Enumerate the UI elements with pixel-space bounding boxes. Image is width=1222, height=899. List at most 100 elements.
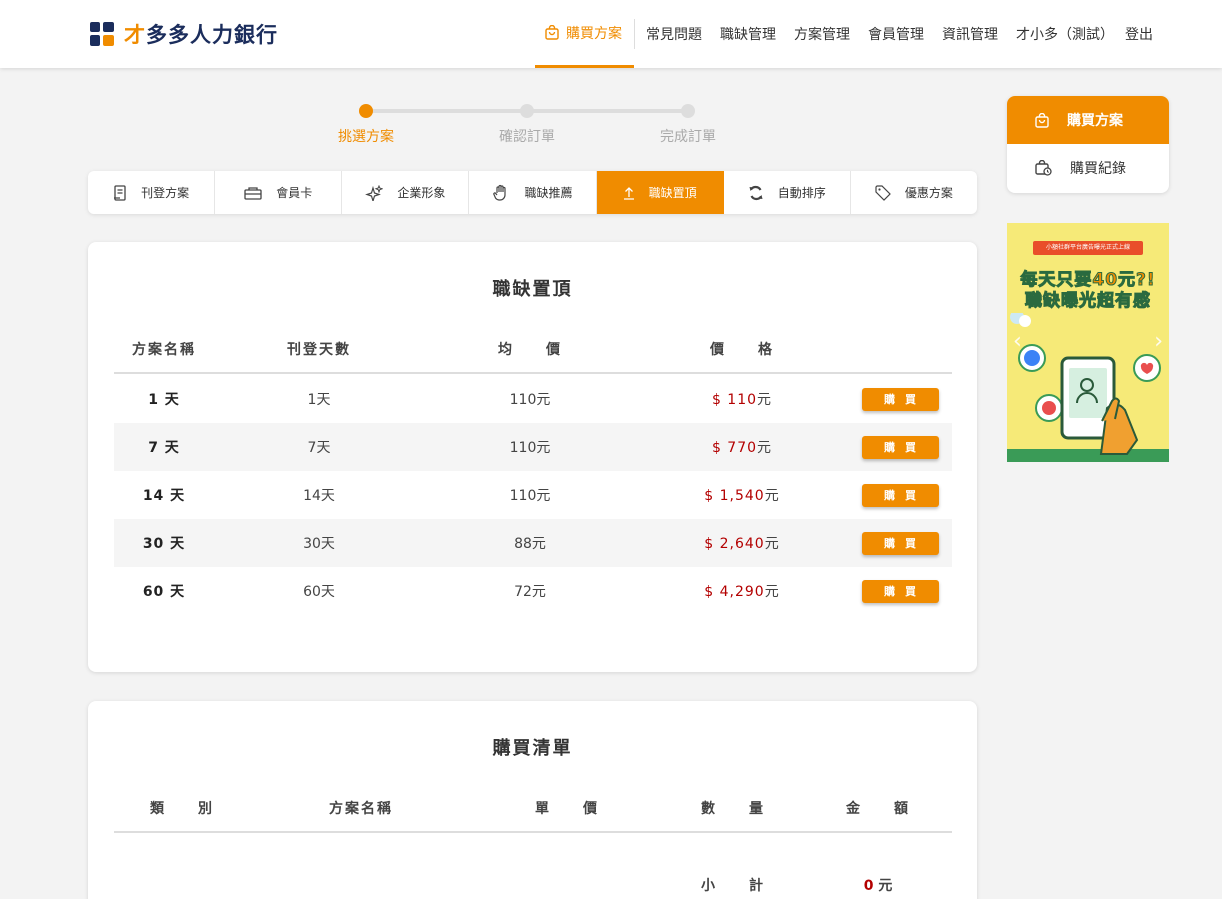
table-row: 7 天 7天 110元 $ 770元 購買 [114, 423, 952, 471]
tab-auto-sort[interactable]: 自動排序 [724, 171, 851, 214]
col-avg-price: 均 價 [498, 342, 562, 358]
plan-price: $ 110元 [711, 392, 773, 408]
logo[interactable]: 才多多人力銀行 [90, 20, 278, 48]
buy-button[interactable]: 購買 [861, 387, 939, 411]
plan-avg-price: 110元 [509, 392, 551, 408]
col-amount: 金 額 [846, 801, 910, 817]
plan-price: $ 1,540元 [704, 488, 780, 504]
col-price: 價 格 [710, 342, 774, 358]
step-dot [520, 104, 534, 118]
cart-table-header: 類 別 方案名稱 單 價 數 量 金 額 [114, 785, 952, 833]
subtotal-amount: 0 元 [863, 878, 893, 894]
tab-discount-plans[interactable]: 優惠方案 [851, 171, 977, 214]
shopping-bag-icon [545, 25, 559, 40]
card-icon [244, 186, 262, 200]
subtotal-row: 小 計 0 元 [114, 861, 952, 899]
plan-days: 1天 [307, 392, 331, 408]
plan-avg-price: 88元 [514, 536, 546, 552]
tab-label: 企業形象 [397, 186, 446, 200]
step-line [527, 109, 688, 113]
tab-job-pin-top[interactable]: 職缺置頂 [596, 171, 724, 214]
nav-item-buy-plans[interactable]: 購買方案 [535, 0, 634, 68]
tab-label: 優惠方案 [904, 186, 953, 200]
col-category: 類 別 [150, 801, 214, 817]
buy-button[interactable]: 購買 [861, 435, 939, 459]
buy-button[interactable]: 購買 [861, 531, 939, 555]
side-item-label: 購買方案 [1067, 113, 1123, 129]
nav-item-faq[interactable]: 常見問題 [637, 0, 711, 68]
tab-label: 職缺推薦 [524, 186, 573, 200]
col-unit-price: 單 價 [535, 801, 599, 817]
tab-posting-plans[interactable]: 刊登方案 [88, 171, 216, 214]
step-line [366, 109, 527, 113]
nav-item-jobs[interactable]: 職缺管理 [711, 0, 785, 68]
order-stepper: 挑選方案 確認訂單 完成訂單 [316, 96, 746, 146]
nav-item-label: 購買方案 [566, 25, 622, 42]
step-label-complete-order: 完成訂單 [660, 129, 716, 145]
side-item-buy-plans[interactable]: 購買方案 [1007, 96, 1169, 144]
plan-name: 1 天 [148, 392, 180, 408]
col-plan-name: 方案名稱 [132, 342, 196, 358]
plan-days: 60天 [303, 584, 335, 600]
plan-card: 職缺置頂 方案名稱 刊登天數 均 價 價 格 1 天 1天 110元 $ 110… [88, 242, 977, 672]
buy-button[interactable]: 購買 [861, 579, 939, 603]
subtotal-label: 小 計 [701, 878, 765, 894]
logo-text: 才多多人力銀行 [124, 23, 278, 47]
plan-price: $ 770元 [711, 440, 773, 456]
plan-days: 30天 [303, 536, 335, 552]
banner-ribbon: 小額社群平台廣告曝光正式上線 [1033, 241, 1143, 255]
tag-icon [875, 184, 891, 201]
carousel-next-icon[interactable]: › [1154, 329, 1163, 354]
promo-banner[interactable]: 小額社群平台廣告曝光正式上線 每天只要40元?! 職缺曝光超有感 ‹ › [1007, 223, 1169, 462]
plan-category-tabs: 刊登方案 會員卡 企業形象 職缺推薦 職缺置頂 自動排序 優惠方案 [88, 171, 977, 214]
arrow-up-icon [623, 186, 635, 200]
col-days: 刊登天數 [287, 342, 351, 358]
col-quantity: 數 量 [701, 801, 765, 817]
side-item-purchase-history[interactable]: 購買紀錄 [1007, 144, 1169, 192]
nav-item-logout[interactable]: 登出 [1116, 0, 1162, 68]
table-row: 1 天 1天 110元 $ 110元 購買 [114, 375, 952, 423]
nav-item-user[interactable]: 才小多（測試） [1007, 0, 1116, 68]
tab-member-card[interactable]: 會員卡 [215, 171, 343, 214]
plan-table-header: 方案名稱 刊登天數 均 價 價 格 [114, 326, 952, 374]
table-row: 14 天 14天 110元 $ 1,540元 購買 [114, 471, 952, 519]
shopping-bag-icon [1035, 112, 1049, 128]
buy-button[interactable]: 購買 [861, 483, 939, 507]
table-row: 60 天 60天 72元 $ 4,290元 購買 [114, 567, 952, 615]
plan-avg-price: 72元 [514, 584, 546, 600]
side-item-label: 購買紀錄 [1070, 161, 1126, 177]
plan-name: 30 天 [142, 536, 186, 552]
nav-divider [634, 19, 635, 49]
cart-card: 購買清單 類 別 方案名稱 單 價 數 量 金 額 小 計 0 元 [88, 701, 977, 899]
banner-illustration [1007, 313, 1169, 462]
sparkle-icon [365, 184, 384, 201]
plan-price: $ 4,290元 [704, 584, 780, 600]
top-header: 才多多人力銀行 購買方案 常見問題 職缺管理 方案管理 會員管理 資訊管理 才小… [0, 0, 1222, 68]
plan-avg-price: 110元 [509, 440, 551, 456]
table-row: 30 天 30天 88元 $ 2,640元 購買 [114, 519, 952, 567]
tab-label: 自動排序 [777, 186, 826, 200]
carousel-prev-icon[interactable]: ‹ [1013, 329, 1022, 354]
step-dot [681, 104, 695, 118]
plan-name: 14 天 [142, 488, 186, 504]
step-label-select-plan: 挑選方案 [338, 129, 394, 145]
banner-headline-2: 職缺曝光超有感 [1025, 291, 1151, 312]
nav-item-info[interactable]: 資訊管理 [933, 0, 1007, 68]
tab-label: 會員卡 [276, 186, 313, 200]
main-nav: 購買方案 常見問題 職缺管理 方案管理 會員管理 資訊管理 才小多（測試） 登出 [535, 0, 1162, 68]
plan-name: 7 天 [148, 440, 180, 456]
plan-table-title: 職缺置頂 [492, 279, 573, 300]
plan-days: 14天 [303, 488, 335, 504]
plan-days: 7天 [307, 440, 331, 456]
hand-icon [492, 184, 510, 202]
logo-mark-icon [90, 22, 114, 46]
side-menu: 購買方案 購買紀錄 [1007, 96, 1169, 193]
nav-item-plans[interactable]: 方案管理 [785, 0, 859, 68]
tab-job-recommendation[interactable]: 職缺推薦 [469, 171, 597, 214]
tab-corporate-image[interactable]: 企業形象 [342, 171, 470, 214]
col-plan-name: 方案名稱 [329, 801, 393, 817]
plan-avg-price: 110元 [509, 488, 551, 504]
plan-name: 60 天 [142, 584, 186, 600]
nav-item-members[interactable]: 會員管理 [859, 0, 933, 68]
tab-label: 職缺置頂 [648, 186, 697, 200]
